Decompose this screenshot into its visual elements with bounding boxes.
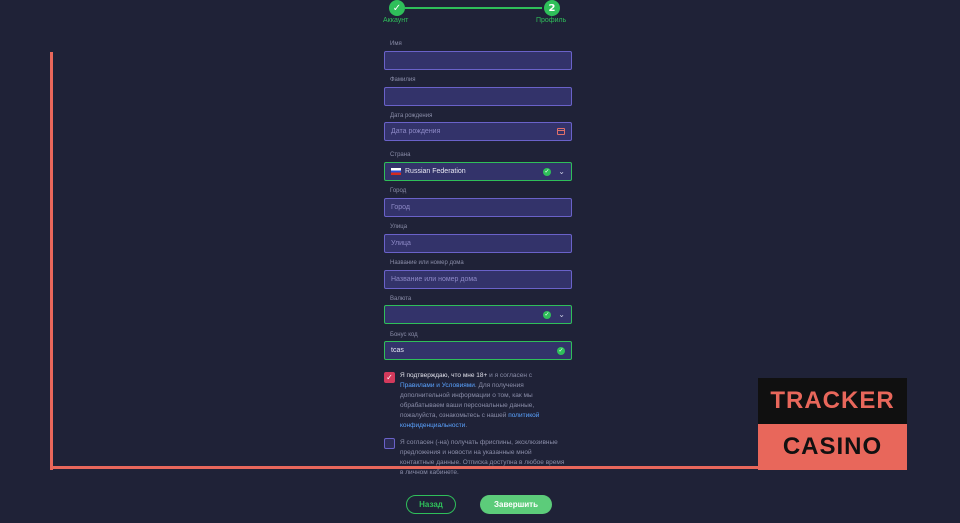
chevron-down-icon[interactable]: ⌄ [558,167,565,176]
currency-label: Валюта [390,296,412,302]
rules-link[interactable]: Правилами и Условиями [400,382,475,389]
marketing-consent-text: Я согласен (-на) получать фриспины, экск… [400,439,565,476]
bonus-code-label: Бонус код [390,332,418,338]
first-name-label: Имя [390,41,402,47]
house-field[interactable]: Название или номер дома [384,270,572,289]
watermark-logo-tracker: TRACKER [758,378,907,424]
country-select[interactable]: Russian Federation ✓ ⌄ [384,162,572,181]
house-placeholder: Название или номер дома [391,276,478,283]
currency-select[interactable]: ✓ ⌄ [384,305,572,324]
city-field[interactable]: Город [384,198,572,217]
age-consent-checkbox[interactable]: ✓ [384,372,395,383]
first-name-field[interactable] [384,51,572,70]
step-account-done-icon: ✓ [389,0,405,16]
valid-check-icon: ✓ [543,168,551,176]
marketing-consent-checkbox[interactable] [384,438,395,449]
age-mid-text: и я согласен с [487,372,532,379]
bonus-code-value: tcas [391,347,404,354]
city-label: Город [390,188,407,194]
birth-date-placeholder: Дата рождения [391,128,441,135]
age-confirm-text: Я подтверждаю, что мне 18+ [400,372,488,379]
watermark-frame-vertical [50,52,53,470]
russia-flag-icon [391,168,401,175]
back-button[interactable]: Назад [406,495,456,514]
street-label: Улица [390,224,408,230]
step-profile-indicator: 2 [544,0,560,16]
chevron-down-icon[interactable]: ⌄ [558,310,565,319]
step-profile-label: Профиль [536,17,567,24]
last-name-label: Фамилия [390,77,416,83]
finish-button[interactable]: Завершить [480,495,552,514]
country-value: Russian Federation [405,168,466,175]
calendar-icon[interactable] [557,128,565,135]
last-name-field[interactable] [384,87,572,106]
street-field[interactable]: Улица [384,234,572,253]
age-end-text: . [465,422,468,429]
street-placeholder: Улица [391,240,411,247]
city-placeholder: Город [391,204,410,211]
house-label: Название или номер дома [390,260,464,266]
country-label: Страна [390,152,411,158]
stepper-progress-line [405,7,542,9]
step-account-label: Аккаунт [383,17,409,24]
watermark-logo-casino: CASINO [758,424,907,470]
birth-date-label: Дата рождения [390,113,433,119]
valid-check-icon: ✓ [543,311,551,319]
age-consent-text: Я подтверждаю, что мне 18+ и я согласен … [400,371,565,431]
valid-check-icon: ✓ [557,347,565,355]
bonus-code-field[interactable]: tcas ✓ [384,341,572,360]
watermark-frame-horizontal [50,466,758,469]
birth-date-field[interactable]: Дата рождения [384,122,572,141]
